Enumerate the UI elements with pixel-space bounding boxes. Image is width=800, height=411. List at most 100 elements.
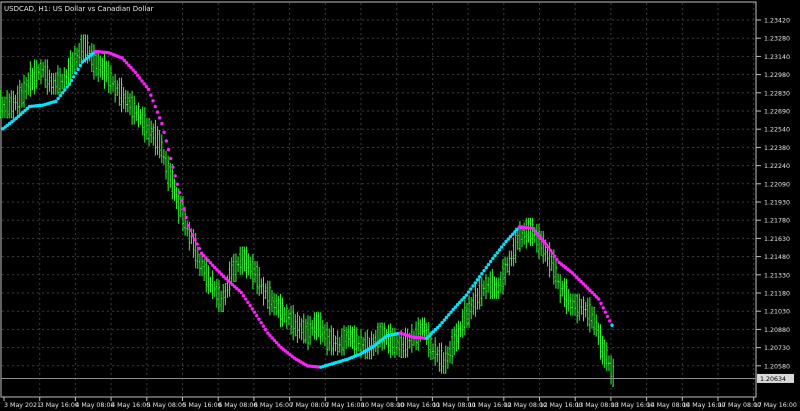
time-axis-label: 3 May 16:00: [40, 402, 79, 409]
price-axis-label: 1.21630: [764, 236, 790, 243]
price-axis-label: 1.23140: [764, 54, 790, 61]
moving-average-point: [438, 323, 442, 327]
moving-average-point: [541, 239, 546, 244]
moving-average-point: [135, 73, 140, 77]
price-axis-label: 1.22830: [764, 90, 790, 97]
moving-average-point: [486, 262, 491, 267]
chart-title: USDCAD, H1: US Dollar vs Canadian Dollar: [4, 5, 154, 13]
moving-average-point: [544, 242, 548, 246]
moving-average-point: [257, 317, 261, 321]
moving-average-point: [182, 207, 186, 211]
moving-average-point: [193, 237, 197, 242]
price-axis-label: 1.20880: [764, 327, 790, 334]
moving-average-point: [601, 306, 605, 310]
moving-average-point: [550, 251, 555, 255]
moving-average-point: [173, 174, 177, 178]
moving-average-point: [177, 190, 182, 195]
moving-average-point: [482, 268, 486, 273]
moving-average-point: [166, 148, 171, 152]
moving-average-point: [74, 71, 78, 75]
moving-average-point: [144, 84, 149, 89]
time-axis-label: 5 May 08:00: [147, 402, 186, 409]
price-axis-label: 1.21180: [764, 291, 790, 298]
moving-average-point: [537, 234, 541, 238]
time-axis-label: 4 May 16:00: [111, 402, 150, 409]
moving-average-point: [263, 327, 268, 332]
moving-average-point: [261, 324, 266, 328]
moving-average-point: [171, 165, 175, 169]
moving-average-point: [539, 237, 544, 241]
price-axis-label: 1.20730: [764, 345, 790, 352]
moving-average-point: [440, 320, 444, 325]
chart[interactable]: 1.23420 1.23280 1.23140 1.22980 1.22830 1.226…: [0, 0, 800, 411]
moving-average-point: [155, 110, 160, 114]
moving-average-point: [466, 290, 471, 294]
moving-average-point: [469, 287, 473, 291]
moving-average-point: [184, 215, 188, 220]
moving-average-point: [488, 259, 493, 264]
moving-average-point: [610, 323, 614, 327]
price-axis-label: 1.21030: [764, 309, 790, 316]
moving-average-point: [447, 313, 451, 317]
price-axis-label: 1.22240: [764, 163, 790, 170]
moving-average-point: [497, 248, 502, 252]
moving-average-point: [71, 75, 76, 79]
moving-average-point: [530, 226, 535, 231]
moving-average-point: [133, 70, 138, 75]
time-axis-label: 6 May 08:00: [218, 402, 257, 409]
moving-average-point: [259, 320, 263, 325]
moving-average-point: [146, 87, 151, 92]
price-axis-label: 1.23280: [764, 36, 790, 43]
moving-average-point: [65, 85, 69, 89]
price-axis-label: 1.21930: [764, 200, 790, 207]
moving-average-point: [484, 265, 488, 270]
price-axis-label: 1.23420: [764, 18, 790, 25]
moving-average-point: [140, 79, 144, 83]
moving-average-point: [548, 248, 552, 252]
moving-average-point: [60, 91, 65, 95]
moving-average-point: [491, 256, 495, 261]
moving-average-point: [599, 301, 603, 306]
moving-average-point: [252, 310, 257, 314]
moving-average-point: [186, 224, 191, 228]
price-axis-label: 1.20580: [764, 363, 790, 370]
moving-average-point: [546, 245, 550, 249]
moving-average-point: [142, 82, 146, 86]
moving-average-point: [493, 253, 497, 258]
price-axis-label: 1.21330: [764, 272, 790, 279]
moving-average-point: [444, 315, 449, 320]
moving-average-point: [197, 246, 202, 251]
moving-average-point: [191, 233, 195, 237]
moving-average-point: [244, 297, 248, 301]
moving-average-point: [464, 293, 469, 297]
price-axis-label: 1.21780: [764, 218, 790, 225]
time-axis-label: 5 May 16:00: [183, 402, 222, 409]
moving-average-point: [164, 139, 168, 143]
moving-average-point: [535, 231, 539, 236]
moving-average-point: [605, 314, 610, 319]
moving-average-point: [250, 307, 255, 311]
moving-average-point: [149, 93, 153, 97]
price-axis-label: 1.22980: [764, 72, 790, 79]
moving-average-point: [54, 99, 58, 103]
moving-average-point: [495, 251, 499, 255]
moving-average-point: [480, 272, 484, 276]
moving-average-point: [157, 116, 162, 120]
time-axis-label: 3 May 2021: [4, 402, 41, 409]
moving-average-point: [552, 254, 557, 258]
price-axis-label: 1.21480: [764, 254, 790, 261]
time-axis-label: 17 May 16:00: [754, 402, 797, 409]
moving-average-point: [76, 67, 80, 72]
moving-average-point: [597, 297, 601, 301]
moving-average-point: [160, 121, 164, 126]
price-axis-label: 1.22380: [764, 145, 790, 152]
moving-average-point: [151, 99, 155, 103]
moving-average-point: [449, 310, 453, 314]
moving-average-point: [533, 229, 537, 233]
current-price-label: 1.20634: [760, 376, 786, 383]
moving-average-point: [153, 104, 157, 109]
time-axis-label: 7 May 16:00: [325, 402, 364, 409]
price-axis-label: 1.22090: [764, 181, 790, 188]
moving-average-point: [255, 313, 259, 318]
moving-average-point: [195, 242, 199, 246]
